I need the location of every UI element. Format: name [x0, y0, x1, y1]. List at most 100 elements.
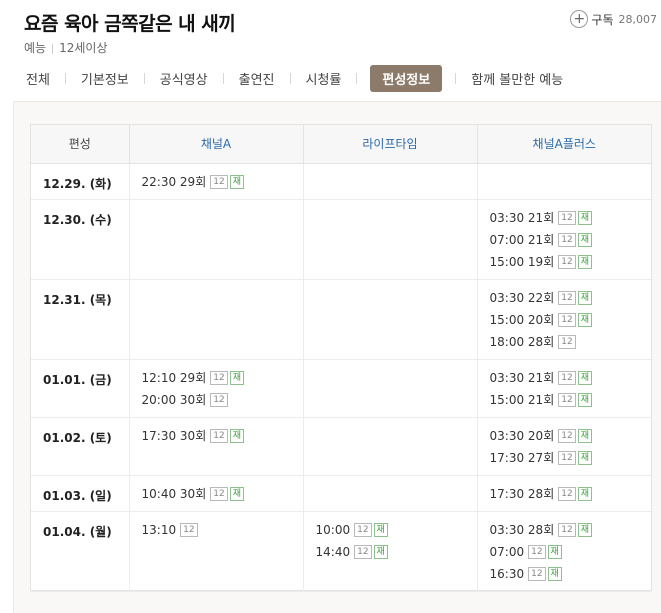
schedule-cell-ch2 — [303, 199, 478, 280]
tab-divider — [64, 72, 66, 84]
episode-number: 29회 — [179, 174, 207, 189]
rerun-badge: 재 — [229, 371, 244, 385]
episode-number: 21회 — [527, 232, 555, 247]
schedule-entry[interactable]: 10:00 12 재 — [316, 521, 465, 543]
schedule-date: 01.03. (일) — [31, 475, 130, 512]
schedule-entry[interactable]: 15:00 21회 12 재 — [490, 391, 640, 413]
genre-label: 예능 — [24, 41, 47, 55]
schedule-cell-ch1 — [129, 279, 304, 360]
schedule-entry[interactable]: 14:40 12 재 — [316, 543, 465, 565]
schedule-entry[interactable]: 07:00 21회 12 재 — [490, 231, 640, 253]
air-time: 10:00 — [315, 522, 351, 537]
episode-number: 22회 — [527, 290, 555, 305]
age-rating-badge: 12 — [210, 371, 228, 385]
air-time: 17:30 — [489, 450, 525, 465]
schedule-row: 01.04. (월) 13:10 12 10:00 12 재 14:40 12 재 03:30 2… — [31, 511, 651, 592]
column-header-lifetime[interactable]: 라이프타임 — [303, 125, 478, 164]
schedule-entry[interactable]: 03:30 21회 12 재 — [490, 369, 640, 391]
rerun-badge: 재 — [229, 429, 244, 443]
episode-number: 27회 — [527, 450, 555, 465]
tab-4[interactable]: 시청률 — [304, 69, 344, 88]
age-rating-badge: 12 — [558, 291, 576, 305]
rerun-badge: 재 — [577, 233, 592, 247]
air-time: 03:30 — [489, 522, 525, 537]
schedule-entry[interactable]: 07:00 12 재 — [490, 543, 640, 565]
column-header-channel-a[interactable]: 채널A — [129, 125, 304, 164]
schedule-entry[interactable]: 20:00 30회 12 — [142, 391, 291, 413]
schedule-cell-ch3: 03:30 28회 12 재 07:00 12 재 16:30 12 재 — [477, 511, 651, 592]
schedule-entry[interactable]: 03:30 22회 12 재 — [490, 289, 640, 311]
air-time: 10:40 — [141, 486, 177, 501]
schedule-date: 01.04. (월) — [31, 511, 130, 592]
schedule-entry[interactable]: 03:30 20회 12 재 — [490, 427, 640, 449]
schedule-entry[interactable]: 17:30 28회 12 재 — [490, 485, 640, 507]
schedule-card: 편성 채널A 라이프타임 채널A플러스 12.29. (화) 22:30 29회 1… — [30, 124, 652, 592]
tab-3[interactable]: 출연진 — [237, 69, 277, 88]
schedule-date: 12.30. (수) — [31, 199, 130, 280]
air-time: 14:40 — [315, 544, 351, 559]
age-rating-badge: 12 — [528, 545, 546, 559]
schedule-entry[interactable]: 17:30 27회 12 재 — [490, 449, 640, 471]
subscribe-button[interactable]: + 구독 28,007 — [570, 10, 657, 28]
rerun-badge: 재 — [577, 211, 592, 225]
schedule-cell-ch3: 17:30 28회 12 재 — [477, 475, 651, 512]
schedule-date: 12.29. (화) — [31, 163, 130, 200]
schedule-entry[interactable]: 22:30 29회 12 재 — [142, 173, 291, 195]
schedule-entry[interactable]: 18:00 28회 12 — [490, 333, 640, 355]
tab-0[interactable]: 전체 — [24, 69, 52, 88]
episode-number: 28회 — [527, 486, 555, 501]
schedule-cell-ch1: 12:10 29회 12 재 20:00 30회 12 — [129, 359, 304, 418]
schedule-row: 01.01. (금) 12:10 29회 12 재 20:00 30회 12 03:30 2… — [31, 359, 651, 418]
schedule-entry[interactable]: 03:30 21회 12 재 — [490, 209, 640, 231]
schedule-entry[interactable]: 12:10 29회 12 재 — [142, 369, 291, 391]
schedule-cell-ch2 — [303, 359, 478, 418]
schedule-date: 01.01. (금) — [31, 359, 130, 418]
rerun-badge: 재 — [547, 567, 562, 581]
schedule-header-row: 편성 채널A 라이프타임 채널A플러스 — [31, 125, 651, 164]
tab-6[interactable]: 함께 볼만한 예능 — [469, 69, 565, 88]
schedule-cell-ch2: 10:00 12 재 14:40 12 재 — [303, 511, 478, 592]
episode-number: 21회 — [527, 210, 555, 225]
air-time: 15:00 — [489, 254, 525, 269]
rerun-badge: 재 — [373, 545, 388, 559]
schedule-entry[interactable]: 15:00 19회 12 재 — [490, 253, 640, 275]
rerun-badge: 재 — [577, 255, 592, 269]
age-rating-badge: 12 — [558, 393, 576, 407]
schedule-row: 01.02. (토) 17:30 30회 12 재 03:30 20회 12 재 17:30 … — [31, 417, 651, 476]
air-time: 17:30 — [489, 486, 525, 501]
plus-icon: + — [570, 10, 589, 28]
schedule-row: 01.03. (일) 10:40 30회 12 재 17:30 28회 12 재 — [31, 475, 651, 512]
column-header-date: 편성 — [31, 125, 130, 164]
tab-1[interactable]: 기본정보 — [79, 69, 131, 88]
air-time: 16:30 — [489, 566, 525, 581]
schedule-entry[interactable]: 16:30 12 재 — [490, 565, 640, 587]
air-time: 03:30 — [489, 428, 525, 443]
episode-number: 20회 — [527, 312, 555, 327]
age-rating-badge: 12 — [354, 545, 372, 559]
tab-2[interactable]: 공식영상 — [158, 69, 210, 88]
schedule-cell-ch3: 03:30 21회 12 재 07:00 21회 12 재 15:00 19회 12 재 — [477, 199, 651, 280]
episode-number: 20회 — [527, 428, 555, 443]
age-rating-badge: 12 — [558, 233, 576, 247]
age-rating-badge: 12 — [210, 487, 228, 501]
column-header-channel-a-plus[interactable]: 채널A플러스 — [477, 125, 651, 164]
program-tabs: 전체 기본정보 공식영상 출연진 시청률 편성정보 함께 볼만한 예능 — [24, 64, 565, 92]
tab-5[interactable]: 편성정보 — [370, 64, 443, 92]
schedule-cell-ch2 — [303, 417, 478, 476]
rerun-badge: 재 — [229, 175, 244, 189]
schedule-entry[interactable]: 17:30 30회 12 재 — [142, 427, 291, 449]
schedule-entry[interactable]: 13:10 12 — [142, 521, 291, 543]
episode-number: 19회 — [527, 254, 555, 269]
schedule-cell-ch1: 17:30 30회 12 재 — [129, 417, 304, 476]
schedule-cell-ch2 — [303, 163, 478, 200]
rerun-badge: 재 — [577, 429, 592, 443]
air-time: 22:30 — [141, 174, 177, 189]
schedule-entry[interactable]: 10:40 30회 12 재 — [142, 485, 291, 507]
schedule-date: 12.31. (목) — [31, 279, 130, 360]
episode-number: 21회 — [527, 370, 555, 385]
age-rating-badge: 12 — [558, 211, 576, 225]
age-rating-badge: 12 — [558, 313, 576, 327]
tab-divider — [222, 72, 224, 84]
schedule-entry[interactable]: 15:00 20회 12 재 — [490, 311, 640, 333]
schedule-entry[interactable]: 03:30 28회 12 재 — [490, 521, 640, 543]
